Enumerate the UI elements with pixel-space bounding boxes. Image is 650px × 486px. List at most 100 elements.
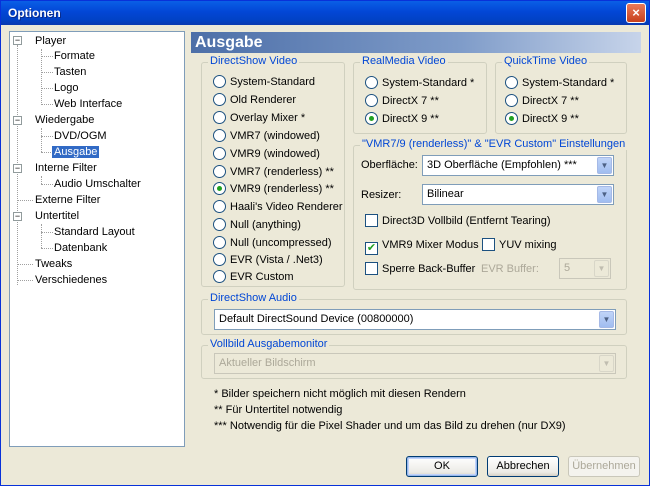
radio-label: VMR7 (windowed) xyxy=(230,130,320,142)
evr-buffer-value: 5 xyxy=(564,262,571,274)
yuv-mixing-checkbox[interactable]: YUV mixing xyxy=(482,238,556,252)
tree-item-logo[interactable]: Logo xyxy=(54,81,78,95)
radio-system-standard[interactable]: System-Standard xyxy=(213,75,315,89)
evr-buffer-label: EVR Buffer: xyxy=(481,263,539,275)
resizer-select[interactable]: Bilinear ▼ xyxy=(422,184,614,205)
radio-evr[interactable]: EVR (Vista / .Net3) xyxy=(213,253,323,267)
expand-player-icon[interactable]: − xyxy=(13,36,22,45)
tree-item-wiedergabe[interactable]: Wiedergabe xyxy=(35,113,94,127)
tree-item-label: Wiedergabe xyxy=(35,114,95,126)
checkbox-icon xyxy=(482,238,495,251)
radio-label: Old Renderer xyxy=(230,94,297,106)
checkbox-label: Sperre Back-Buffer xyxy=(382,263,476,275)
realmedia-video-group: RealMedia Video System-Standard * Direct… xyxy=(353,55,487,134)
tree-item-web-interface[interactable]: Web Interface xyxy=(54,97,122,111)
radio-label: Null (anything) xyxy=(230,219,301,231)
radio-icon xyxy=(213,270,226,283)
radio-evr-custom[interactable]: EVR Custom xyxy=(213,270,294,284)
group-label: QuickTime Video xyxy=(502,55,590,67)
expand-untertitel-icon[interactable]: − xyxy=(13,212,22,221)
tree-item-tasten[interactable]: Tasten xyxy=(54,65,86,79)
tree-item-externe-filter[interactable]: Externe Filter xyxy=(35,193,100,207)
radio-qt-directx9[interactable]: DirectX 9 ** xyxy=(505,112,579,126)
evr-buffer-select[interactable]: 5 ▼ xyxy=(559,258,611,279)
tree-item-tweaks[interactable]: Tweaks xyxy=(35,257,72,271)
radio-overlay-mixer[interactable]: Overlay Mixer * xyxy=(213,111,305,125)
radio-label: DirectX 9 ** xyxy=(382,113,439,125)
radio-icon xyxy=(213,200,226,213)
radio-vmr9-renderless[interactable]: VMR9 (renderless) ** xyxy=(213,182,334,196)
radio-vmr9-windowed[interactable]: VMR9 (windowed) xyxy=(213,147,320,161)
radio-vmr7-renderless[interactable]: VMR7 (renderless) ** xyxy=(213,165,334,179)
tree-item-label: Web Interface xyxy=(54,98,123,110)
tree-item-ausgabe[interactable]: Ausgabe xyxy=(52,145,100,159)
radio-icon xyxy=(213,165,226,178)
radio-qt-system-standard[interactable]: System-Standard * xyxy=(505,76,614,90)
radio-vmr7-windowed[interactable]: VMR7 (windowed) xyxy=(213,129,320,143)
surface-select[interactable]: 3D Oberfläche (Empfohlen) *** ▼ xyxy=(422,155,614,176)
audio-device-select[interactable]: Default DirectSound Device (00800000) ▼ xyxy=(214,309,616,330)
quicktime-video-group: QuickTime Video System-Standard * Direct… xyxy=(495,55,627,134)
radio-icon xyxy=(213,111,226,124)
radio-label: EVR (Vista / .Net3) xyxy=(230,254,323,266)
apply-button[interactable]: Übernehmen xyxy=(568,456,640,477)
lock-back-buffer-checkbox[interactable]: Sperre Back-Buffer xyxy=(365,262,475,276)
cancel-button[interactable]: Abbrechen xyxy=(487,456,559,477)
radio-icon xyxy=(213,93,226,106)
fullscreen-monitor-select[interactable]: Aktueller Bildschirm ▼ xyxy=(214,353,616,374)
group-label: RealMedia Video xyxy=(360,55,448,67)
footnote-2: ** Für Untertitel notwendig xyxy=(214,404,343,416)
close-button[interactable]: × xyxy=(626,3,646,23)
checkbox-icon xyxy=(365,214,378,227)
footnote-1: * Bilder speichern nicht möglich mit die… xyxy=(214,388,466,400)
tree-item-label: DVD/OGM xyxy=(54,130,107,142)
tree-item-label: Standard Layout xyxy=(54,226,135,238)
expand-interne-filter-icon[interactable]: − xyxy=(13,164,22,173)
radio-label: Haali's Video Renderer xyxy=(230,201,343,213)
tree-item-formate[interactable]: Formate xyxy=(54,49,95,63)
chevron-down-icon: ▼ xyxy=(597,186,612,203)
tree-item-dvd-ogm[interactable]: DVD/OGM xyxy=(54,129,107,143)
radio-label: DirectX 7 ** xyxy=(382,95,439,107)
group-label: DirectShow Video xyxy=(208,55,300,67)
radio-null-uncompressed[interactable]: Null (uncompressed) xyxy=(213,236,331,250)
tree-item-untertitel[interactable]: Untertitel xyxy=(35,209,79,223)
radio-label: Null (uncompressed) xyxy=(230,237,332,249)
tree-item-label: Ausgabe xyxy=(52,146,100,158)
directshow-audio-group: DirectShow Audio Default DirectSound Dev… xyxy=(201,292,627,335)
radio-qt-directx7[interactable]: DirectX 7 ** xyxy=(505,94,579,108)
fullscreen-monitor-group: Vollbild Ausgabemonitor Aktueller Bildsc… xyxy=(201,338,627,379)
d3d-fullscreen-checkbox[interactable]: Direct3D Vollbild (Entfernt Tearing) xyxy=(365,214,551,228)
radio-null-anything[interactable]: Null (anything) xyxy=(213,218,301,232)
vmr9-mixer-checkbox[interactable]: ✔ VMR9 Mixer Modus xyxy=(365,238,479,255)
title-bar[interactable]: Optionen × xyxy=(1,1,649,25)
ok-button[interactable]: OK xyxy=(406,456,478,477)
radio-label: EVR Custom xyxy=(230,271,294,283)
resizer-label: Resizer: xyxy=(361,189,402,201)
checkbox-checked-icon: ✔ xyxy=(365,242,378,255)
radio-rm-system-standard[interactable]: System-Standard * xyxy=(365,76,474,90)
tree-item-standard-layout[interactable]: Standard Layout xyxy=(54,225,135,239)
radio-old-renderer[interactable]: Old Renderer xyxy=(213,93,296,107)
tree-item-verschiedenes[interactable]: Verschiedenes xyxy=(35,273,107,287)
tree-item-label: Formate xyxy=(54,50,95,62)
radio-label: System-Standard * xyxy=(382,77,475,89)
vmr-settings-group: "VMR7/9 (renderless)" & "EVR Custom" Ein… xyxy=(353,138,628,290)
resizer-select-value: Bilinear xyxy=(427,188,464,200)
tree-item-audio-umschalter[interactable]: Audio Umschalter xyxy=(54,177,141,191)
radio-selected-icon xyxy=(365,112,378,125)
tree-item-datenbank[interactable]: Datenbank xyxy=(54,241,107,255)
expand-wiedergabe-icon[interactable]: − xyxy=(13,116,22,125)
tree-item-player[interactable]: Player xyxy=(35,34,66,48)
options-tree[interactable]: − Player Formate Tasten Logo Web Interfa… xyxy=(9,31,185,447)
radio-icon xyxy=(505,76,518,89)
radio-icon xyxy=(213,75,226,88)
page-title: Ausgabe xyxy=(191,32,641,53)
tree-item-interne-filter[interactable]: Interne Filter xyxy=(35,161,97,175)
group-label: DirectShow Audio xyxy=(208,292,299,304)
radio-haali-renderer[interactable]: Haali's Video Renderer xyxy=(213,200,343,214)
radio-label: DirectX 7 ** xyxy=(522,95,579,107)
radio-rm-directx7[interactable]: DirectX 7 ** xyxy=(365,94,439,108)
radio-label: System-Standard * xyxy=(522,77,615,89)
radio-rm-directx9[interactable]: DirectX 9 ** xyxy=(365,112,439,126)
